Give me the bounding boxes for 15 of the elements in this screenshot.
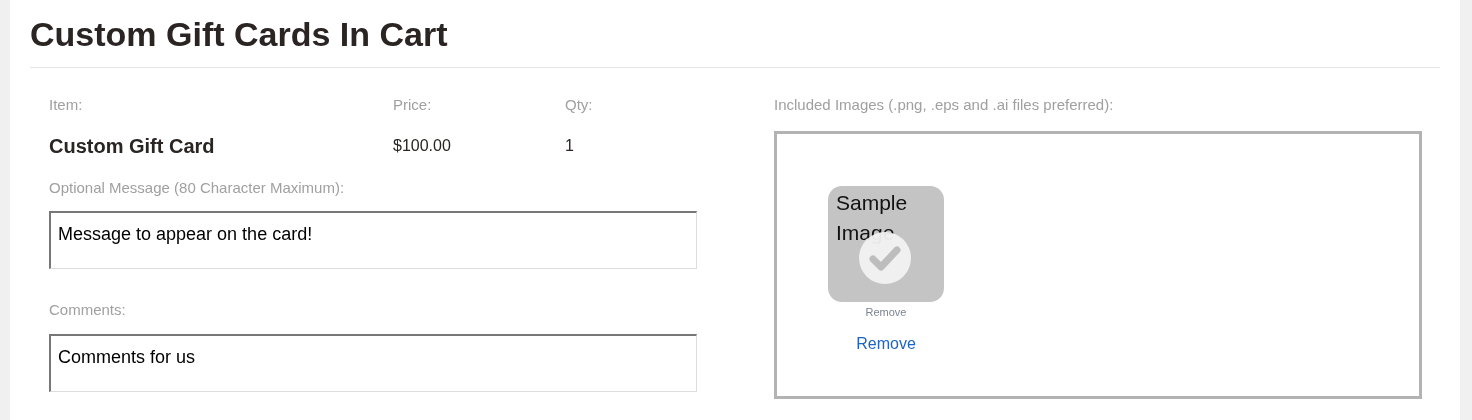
column-header: Qty: bbox=[565, 95, 593, 115]
thumbnail-text: Sample Image bbox=[836, 189, 909, 246]
column-header: Price: bbox=[393, 95, 433, 115]
item-quantity: 1 bbox=[565, 135, 574, 156]
comments-field[interactable]: Comments for us bbox=[49, 333, 697, 392]
item-name: Custom Gift Card bbox=[49, 133, 216, 159]
field-label: Optional Message (80 Character Maximum): bbox=[49, 177, 346, 198]
item-price: $100.00 bbox=[393, 135, 452, 156]
thumbnail-caption: Remove bbox=[865, 304, 907, 320]
message-field[interactable]: Message to appear on the card! bbox=[49, 211, 697, 269]
remove-link[interactable]: Remove bbox=[856, 332, 916, 356]
field-label: Included Images (.png, .eps and .ai files preferred): bbox=[774, 95, 1115, 115]
column-header: Item: bbox=[49, 95, 84, 115]
field-label: Comments: bbox=[49, 300, 127, 320]
page-title: Custom Gift Cards In Cart bbox=[30, 13, 449, 55]
